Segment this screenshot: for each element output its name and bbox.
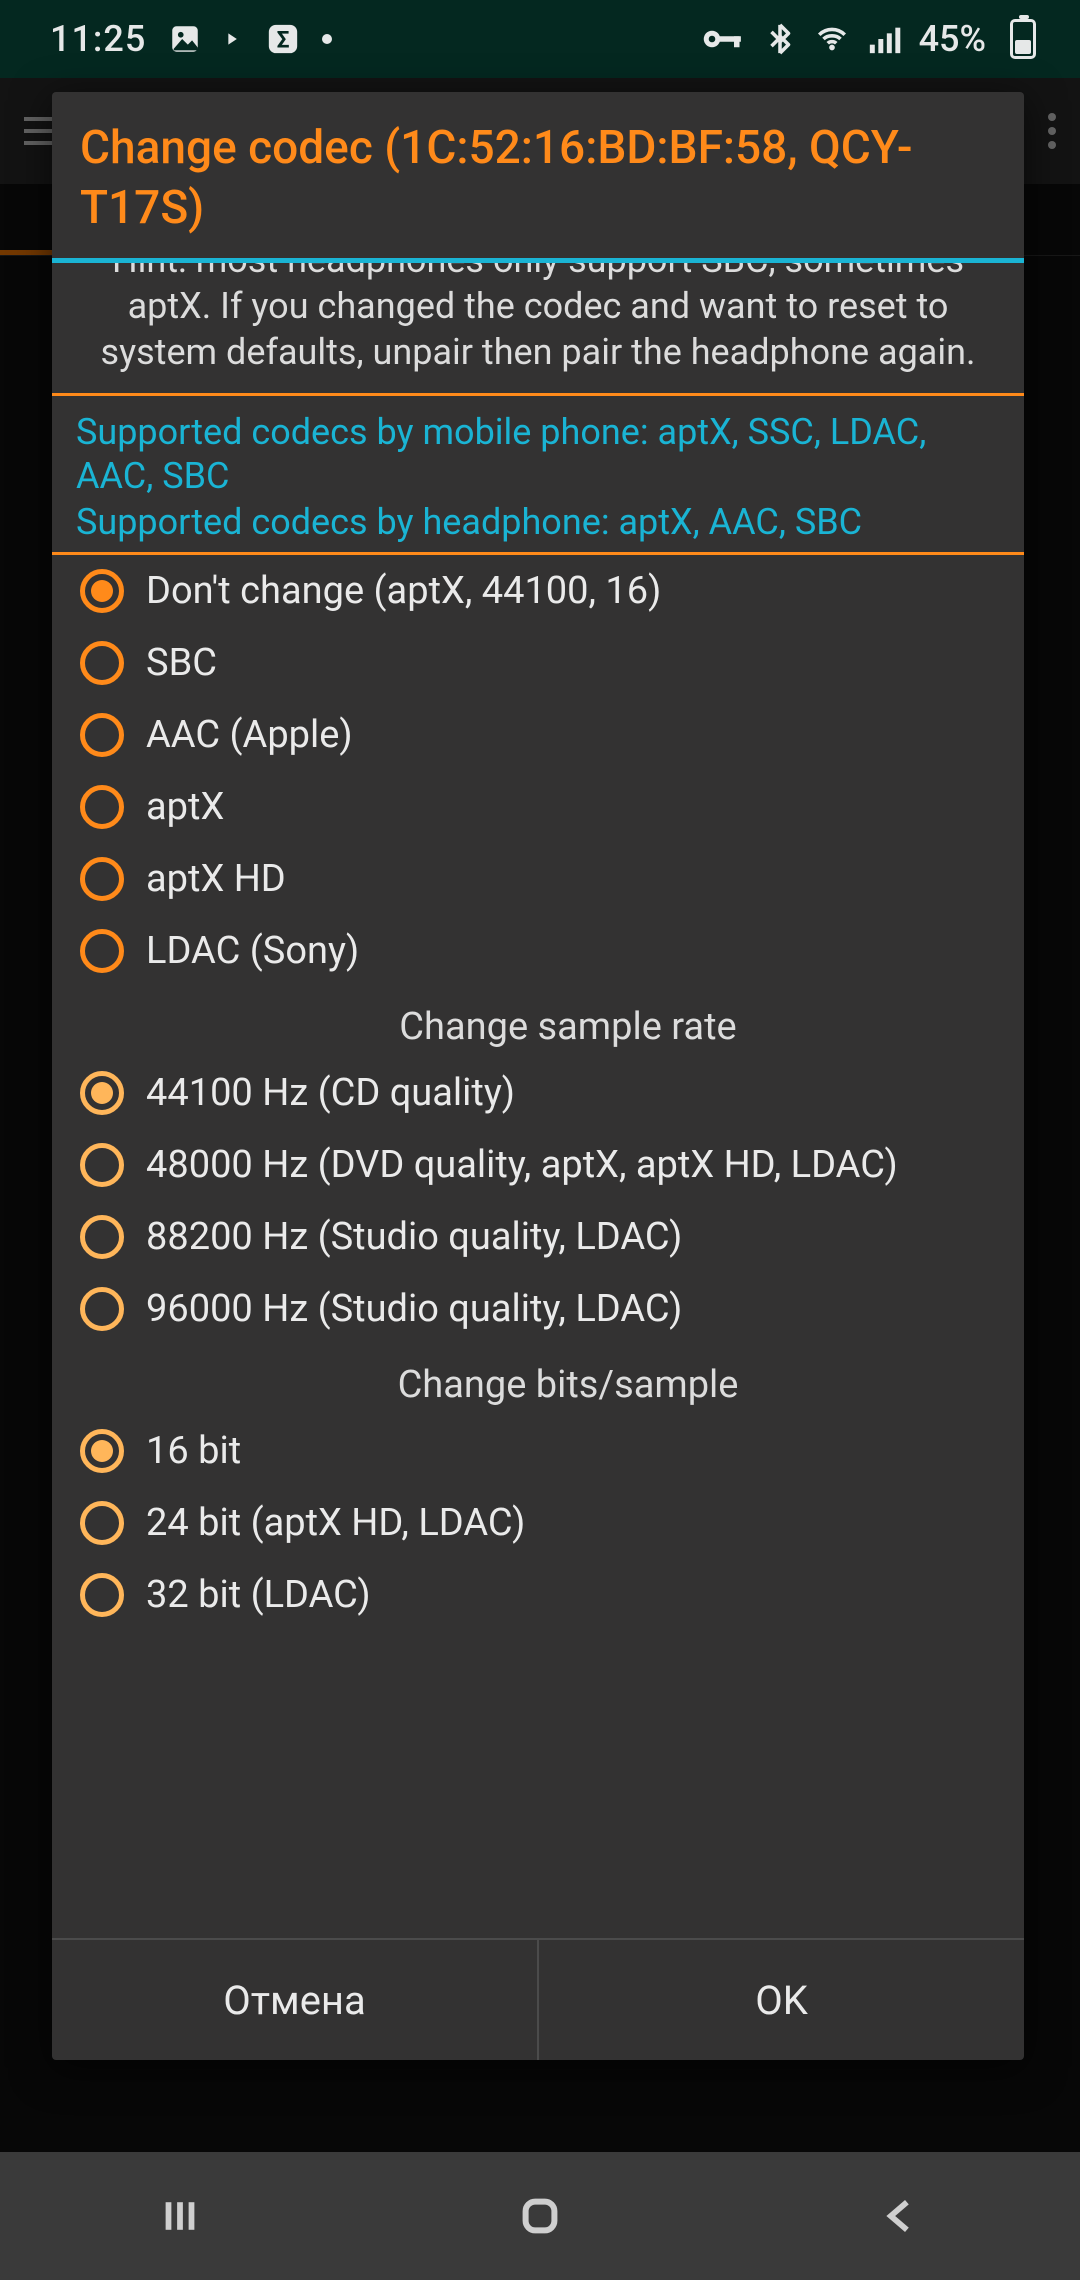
bits-option[interactable]: 24 bit (aptX HD, LDAC) <box>76 1487 1000 1559</box>
bits-label: 16 bit <box>146 1429 241 1473</box>
status-right: 45% <box>701 18 1036 60</box>
codec-label: AAC (Apple) <box>146 713 353 757</box>
radio-icon <box>80 1573 124 1617</box>
sample-rate-option[interactable]: 48000 Hz (DVD quality, aptX, aptX HD, LD… <box>76 1129 1000 1201</box>
back-button[interactable] <box>860 2176 940 2256</box>
sample-rate-label: 96000 Hz (Studio quality, LDAC) <box>146 1287 682 1331</box>
dialog-content[interactable]: Hint: most headphones only support SBC, … <box>52 263 1024 1938</box>
bluetooth-icon <box>763 22 797 56</box>
signal-icon <box>867 22 901 56</box>
clock: 11:25 <box>50 18 146 60</box>
svg-text:Σ: Σ <box>277 27 290 54</box>
battery-icon <box>1004 19 1036 59</box>
sample-rate-heading: Change sample rate <box>76 987 1000 1057</box>
codec-label: LDAC (Sony) <box>146 929 359 973</box>
sample-rate-option[interactable]: 96000 Hz (Studio quality, LDAC) <box>76 1273 1000 1345</box>
vpn-key-icon <box>701 22 745 56</box>
codec-label: aptX <box>146 785 224 829</box>
sample-rate-label: 44100 Hz (CD quality) <box>146 1071 515 1115</box>
codec-radio-group: Don't change (aptX, 44100, 16) SBC AAC (Ap… <box>76 555 1000 987</box>
bits-option[interactable]: 16 bit <box>76 1415 1000 1487</box>
wifi-icon <box>815 22 849 56</box>
dialog-button-bar: Отмена OK <box>52 1938 1024 2060</box>
radio-icon <box>80 713 124 757</box>
radio-icon <box>80 1501 124 1545</box>
bits-radio-group: 16 bit 24 bit (aptX HD, LDAC) 32 bit (LDAC… <box>76 1415 1000 1631</box>
codec-option[interactable]: Don't change (aptX, 44100, 16) <box>76 555 1000 627</box>
codec-label: SBC <box>146 641 217 685</box>
supported-phone-codecs: Supported codecs by mobile phone: aptX, … <box>76 396 1000 500</box>
radio-icon <box>80 1287 124 1331</box>
cancel-button[interactable]: Отмена <box>52 1940 537 2060</box>
hint-text: Hint: most headphones only support SBC, … <box>76 263 1000 393</box>
codec-option[interactable]: aptX <box>76 771 1000 843</box>
codec-option[interactable]: aptX HD <box>76 843 1000 915</box>
radio-icon <box>80 1143 124 1187</box>
supported-headphone-codecs: Supported codecs by headphone: aptX, AAC… <box>76 500 1000 552</box>
sample-rate-option[interactable]: 44100 Hz (CD quality) <box>76 1057 1000 1129</box>
recents-button[interactable] <box>140 2176 220 2256</box>
ok-button[interactable]: OK <box>537 1940 1024 2060</box>
bits-heading: Change bits/sample <box>76 1345 1000 1415</box>
sample-rate-option[interactable]: 88200 Hz (Studio quality, LDAC) <box>76 1201 1000 1273</box>
sample-rate-radio-group: 44100 Hz (CD quality) 48000 Hz (DVD quali… <box>76 1057 1000 1345</box>
status-left: 11:25 Σ <box>50 18 332 60</box>
sigma-app-icon: Σ <box>266 22 300 56</box>
radio-icon <box>80 641 124 685</box>
image-icon <box>168 22 202 56</box>
radio-icon <box>80 569 124 613</box>
more-notifications-dot <box>322 34 332 44</box>
radio-icon <box>80 1215 124 1259</box>
radio-icon <box>80 785 124 829</box>
codec-option[interactable]: AAC (Apple) <box>76 699 1000 771</box>
navigation-bar <box>0 2152 1080 2280</box>
bits-label: 32 bit (LDAC) <box>146 1573 371 1617</box>
change-codec-dialog: Change codec (1C:52:16:BD:BF:58, QCY-T17… <box>52 92 1024 2060</box>
codec-option[interactable]: LDAC (Sony) <box>76 915 1000 987</box>
codec-label: aptX HD <box>146 857 286 901</box>
home-button[interactable] <box>500 2176 580 2256</box>
radio-icon <box>80 1429 124 1473</box>
sample-rate-label: 48000 Hz (DVD quality, aptX, aptX HD, LD… <box>146 1143 898 1187</box>
radio-icon <box>80 929 124 973</box>
sample-rate-label: 88200 Hz (Studio quality, LDAC) <box>146 1215 682 1259</box>
battery-percentage: 45% <box>919 18 986 60</box>
chevron-icon <box>224 22 244 56</box>
radio-icon <box>80 857 124 901</box>
bits-option[interactable]: 32 bit (LDAC) <box>76 1559 1000 1631</box>
codec-label: Don't change (aptX, 44100, 16) <box>146 569 661 613</box>
radio-icon <box>80 1071 124 1115</box>
dialog-title: Change codec (1C:52:16:BD:BF:58, QCY-T17… <box>52 92 1024 258</box>
bits-label: 24 bit (aptX HD, LDAC) <box>146 1501 525 1545</box>
codec-option[interactable]: SBC <box>76 627 1000 699</box>
status-bar: 11:25 Σ 45% <box>0 0 1080 78</box>
